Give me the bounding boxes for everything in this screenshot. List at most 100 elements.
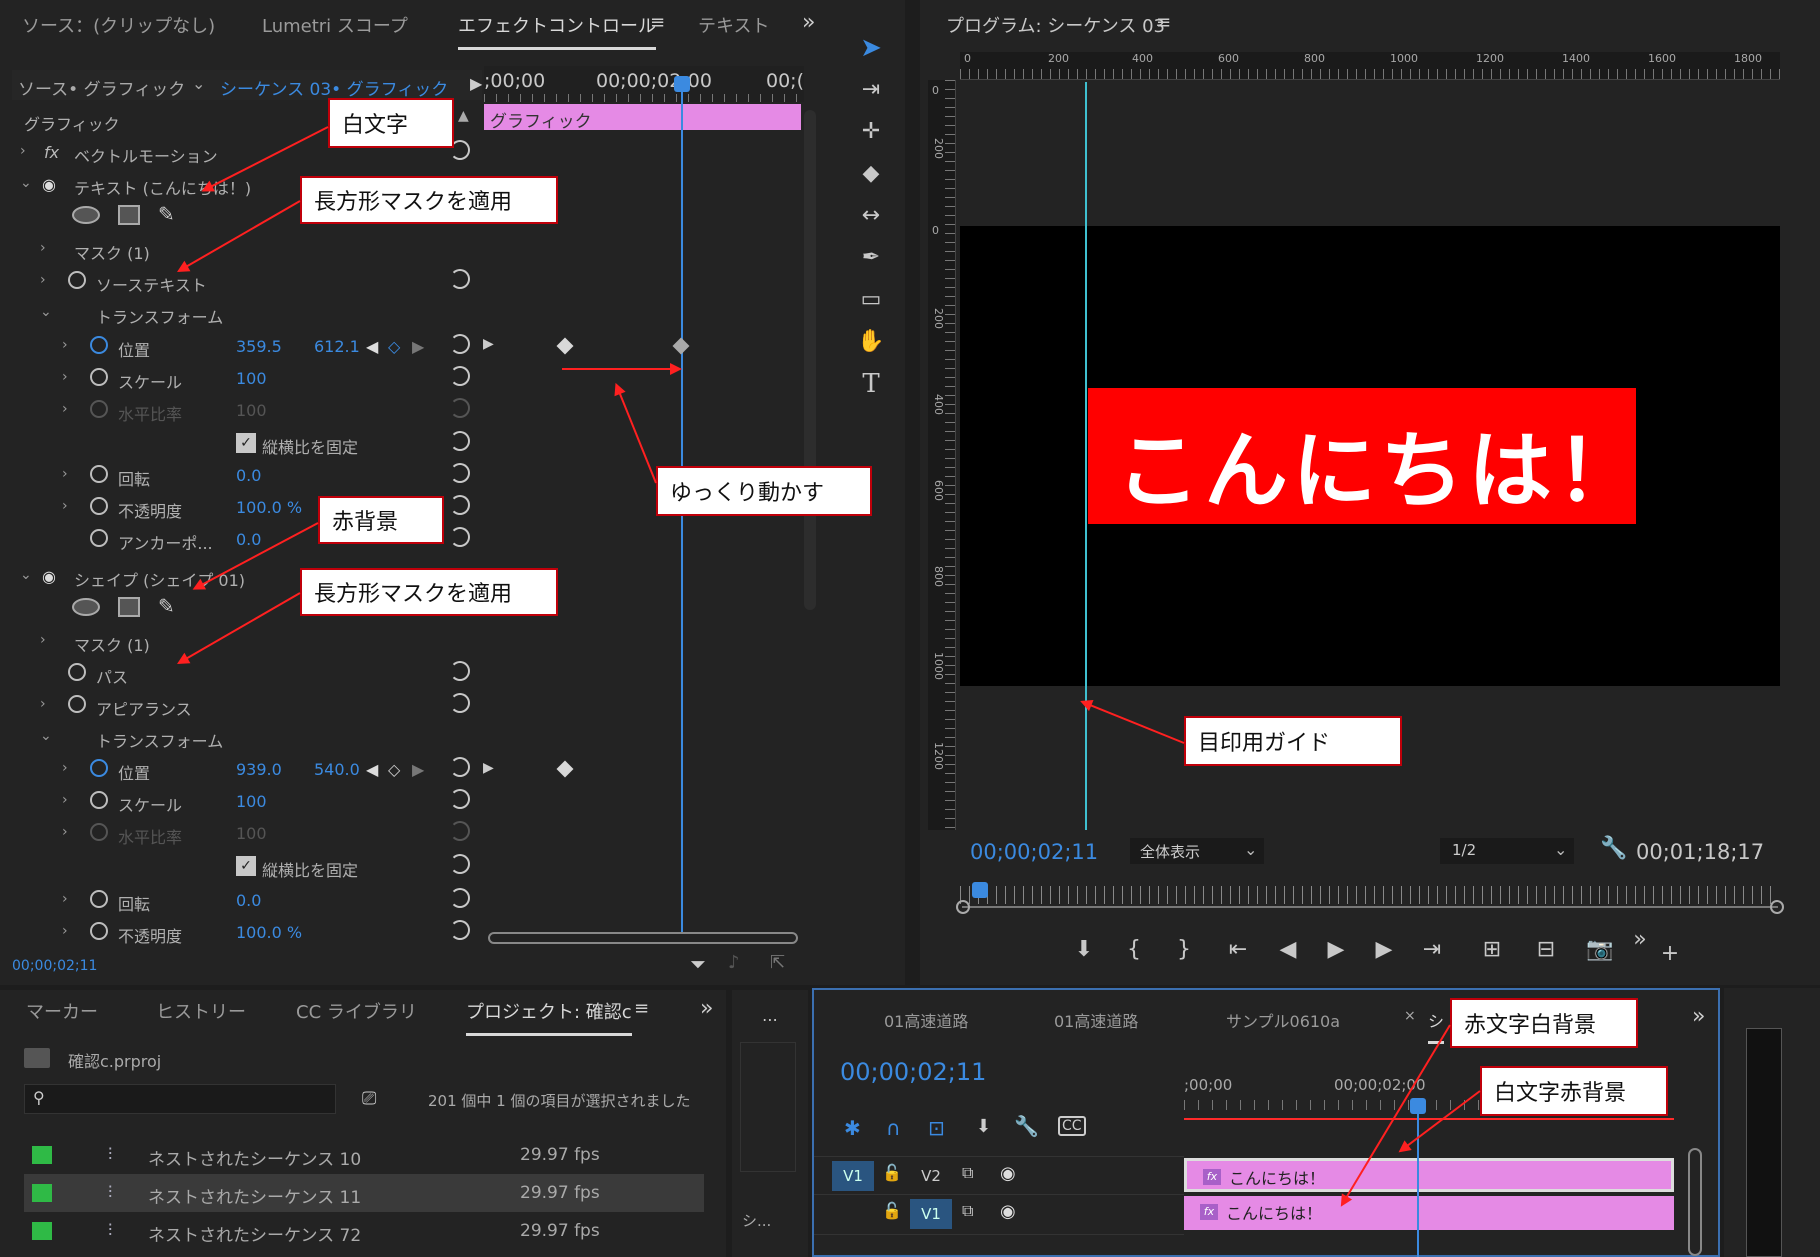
position-x-value[interactable]: 939.0 [236,760,282,779]
list-item[interactable]: ⫶ ネストされたシーケンス 10 29.97 fps [24,1136,704,1174]
resolution-dropdown[interactable]: 1/2 ⌄ [1440,838,1574,864]
play-icon[interactable]: ▶ [1318,932,1354,968]
slip-tool-icon[interactable]: ↔ [853,198,889,234]
sync-lock-icon[interactable]: ⧉ [962,1163,973,1183]
snap-nest-icon[interactable]: ✱ [844,1116,861,1140]
zoom-scrollbar[interactable] [956,900,1784,922]
reset-icon[interactable] [450,366,470,386]
panel-overflow-icon[interactable]: » [802,10,815,35]
mark-in-icon[interactable]: { [1116,932,1152,968]
scale-row-1[interactable]: › スケール 100 [14,362,484,394]
uniform-scale-row-2[interactable]: ✓ 縦横比を固定 [14,850,484,882]
type-tool-icon[interactable]: T [853,366,889,402]
clip-v2[interactable]: fx こんにちは！ [1184,1158,1674,1192]
video-frame[interactable]: こんにちは！ [960,226,1780,686]
reset-icon[interactable] [450,693,470,713]
hand-tool-icon[interactable]: ✋ [853,324,889,360]
list-item[interactable]: ⫶ ネストされたシーケンス 72 29.97 fps [24,1212,704,1250]
track-name-v2[interactable]: V2 [910,1161,952,1191]
rotation-row-1[interactable]: › 回転 0.0 [14,459,484,491]
scale-value[interactable]: 100 [236,369,267,388]
reset-icon[interactable] [450,888,470,908]
tab-cc-libraries[interactable]: CC ライブラリ [296,998,417,1024]
overlay-text[interactable]: こんにちは！ [1116,404,1644,525]
uniform-scale-row-1[interactable]: ✓ 縦横比を固定 [14,427,484,459]
snap-icon[interactable]: ∩ [886,1116,901,1140]
keyframe-3[interactable] [556,760,574,778]
checkbox-checked-icon[interactable]: ✓ [236,433,256,453]
go-to-out-icon[interactable]: ⇥ [1414,932,1450,968]
program-menu-icon[interactable]: ≡ [1156,12,1171,33]
checkbox-checked-icon[interactable]: ✓ [236,856,256,876]
add-keyframe-icon[interactable]: ◇ [388,760,400,779]
keyframe-nav-icon[interactable]: ▶ [483,336,494,352]
rectangle-tool-icon[interactable]: ▭ [853,282,889,318]
close-icon[interactable]: × [1404,1008,1416,1024]
rotation-row-2[interactable]: › 回転 0.0 [14,884,484,916]
ec-clip-bar[interactable]: グラフィック [484,104,801,132]
tab-lumetri-scopes[interactable]: Lumetri スコープ [262,12,408,38]
step-forward-icon[interactable]: ▶ [1366,932,1402,968]
lock-icon[interactable]: 🔓 [882,1201,902,1220]
opacity-row-2[interactable]: › 不透明度 100.0 % [14,916,484,948]
go-to-in-icon[interactable]: ⇤ [1220,932,1256,968]
next-keyframe-icon[interactable]: ▶ [412,760,424,779]
eye-icon[interactable]: ◉ [1000,1163,1016,1184]
wrench-icon[interactable]: 🔧 [1600,836,1627,861]
mask2-row[interactable]: › マスク (1) [14,625,484,657]
ripple-edit-tool-icon[interactable]: ✛ [853,114,889,150]
program-timecode[interactable]: 00;00;02;11 [970,840,1098,864]
keyframe-nav-icon[interactable]: ▶ [483,760,494,776]
pen-tool-icon[interactable]: ✒ [853,240,889,276]
tab-source[interactable]: ソース：(クリップなし) [22,12,215,38]
ec-timeline-ruler[interactable]: ;00;00 00;00;02;00 00;( [484,66,804,102]
scroll-up-icon[interactable]: ▲ [458,108,469,124]
reset-icon[interactable] [450,757,470,777]
guide-line[interactable] [1085,82,1087,830]
selection-tool-icon[interactable]: ➤ [853,30,889,66]
position-row-1[interactable]: › 位置 359.5 612.1 ◀ ◇ ▶ [14,330,484,362]
ec-vertical-scrollbar[interactable] [804,110,816,610]
tab-menu-icon[interactable]: ≡ [634,998,649,1019]
reset-icon[interactable] [450,854,470,874]
opacity-value[interactable]: 100.0 % [236,923,302,942]
reset-icon[interactable] [450,789,470,809]
position-y-value[interactable]: 612.1 [314,337,360,356]
ec-playhead-handle[interactable] [674,76,690,92]
razor-tool-icon[interactable]: ◆ [853,156,889,192]
pen-mask-icon[interactable]: ✎ [158,202,175,226]
work-area-bar[interactable] [1184,1118,1674,1120]
rectangle-mask-icon[interactable] [118,205,140,225]
track-name-v1[interactable]: V1 [910,1199,952,1229]
export-frame-icon[interactable]: 📷 [1582,932,1618,968]
scale-value[interactable]: 100 [236,792,267,811]
linked-selection-icon[interactable]: ⊡ [928,1116,945,1140]
filter-icon[interactable]: ⏷ [690,952,706,976]
extract-icon[interactable]: ⊟ [1528,932,1564,968]
transform-row-1[interactable]: ⌄ トランスフォーム [14,297,484,329]
position-x-value[interactable]: 359.5 [236,337,282,356]
appearance-row[interactable]: › アピアランス [14,689,484,721]
chevron-down-icon[interactable]: ⌄ [192,74,205,93]
red-background-shape[interactable]: こんにちは！ [1088,388,1640,524]
tab-markers[interactable]: マーカー [26,998,98,1024]
add-keyframe-icon[interactable]: ◇ [388,337,400,356]
keyframe-2[interactable] [672,337,690,355]
search-input[interactable]: ⚲ [24,1084,336,1114]
reset-icon[interactable] [450,920,470,940]
sync-lock-icon[interactable]: ⧉ [962,1201,973,1221]
scrubber-playhead[interactable] [972,882,988,898]
captions-icon[interactable]: CC [1058,1116,1086,1136]
position-y-value[interactable]: 540.0 [314,760,360,779]
rotation-value[interactable]: 0.0 [236,466,261,485]
reset-icon[interactable] [450,431,470,451]
timeline-playhead-handle[interactable] [1410,1098,1426,1114]
tab-effect-controls[interactable]: エフェクトコントロール [458,12,656,50]
new-bin-icon[interactable]: ⎚ [362,1088,376,1109]
program-scrubber[interactable] [960,886,1778,904]
source-text-row[interactable]: › ソーステキスト [14,265,484,297]
next-keyframe-icon[interactable]: ▶ [412,337,424,356]
timeline-timecode[interactable]: 00;00;02;11 [840,1058,986,1086]
reset-icon[interactable] [450,661,470,681]
timeline-vertical-scrollbar[interactable] [1688,1148,1702,1256]
